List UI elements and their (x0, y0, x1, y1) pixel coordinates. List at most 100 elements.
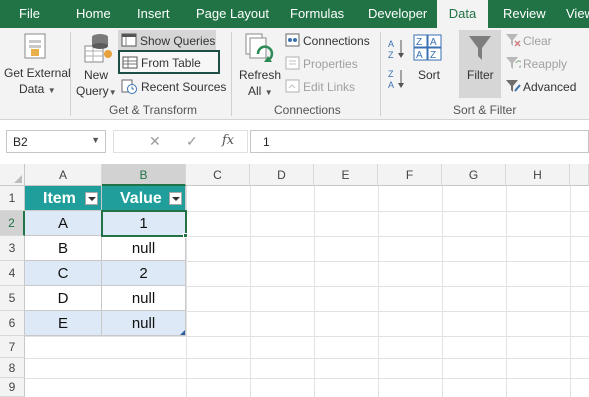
filter-icon (469, 36, 491, 60)
worksheet-grid[interactable]: A B C D E F G H 1 2 3 4 5 6 7 8 9 Item V… (0, 164, 589, 397)
name-box-value: B2 (13, 135, 28, 149)
svg-text:Z: Z (416, 37, 422, 48)
edit-links-label[interactable]: Edit Links (303, 80, 355, 94)
new-query-label-2[interactable]: Query▼ (76, 84, 117, 100)
svg-text:Z: Z (388, 50, 394, 60)
advanced-label[interactable]: Advanced (523, 80, 576, 94)
tab-page-layout[interactable]: Page Layout (196, 0, 269, 28)
sort-z-to-a-icon[interactable]: Z A (388, 68, 406, 90)
row-header-6[interactable]: 6 (0, 311, 25, 336)
table-cell[interactable]: B (25, 236, 102, 261)
column-header-e[interactable]: E (314, 164, 378, 186)
filter-dropdown-icon[interactable] (85, 192, 98, 205)
sort-icon[interactable]: Z A A Z (413, 34, 443, 62)
edit-links-icon[interactable] (285, 79, 300, 93)
tab-review[interactable]: Review (503, 0, 546, 28)
gridline (25, 378, 589, 379)
ribbon-data: Get External Data ▼ New Query▼ Show Quer… (0, 28, 589, 120)
refresh-all-icon[interactable] (244, 32, 274, 66)
get-external-data-icon[interactable] (22, 32, 48, 60)
properties-icon[interactable] (285, 56, 300, 70)
reapply-label[interactable]: Reapply (523, 57, 567, 71)
tab-formulas[interactable]: Formulas (290, 0, 344, 28)
formula-input[interactable]: 1 (250, 130, 589, 153)
row-header-9[interactable]: 9 (0, 378, 25, 397)
tab-file[interactable]: File (19, 0, 40, 28)
tab-view[interactable]: View (566, 0, 589, 28)
column-header-d[interactable]: D (250, 164, 314, 186)
row-header-5[interactable]: 5 (0, 286, 25, 311)
cancel-icon[interactable]: ✕ (149, 133, 161, 150)
enter-icon[interactable]: ✓ (186, 133, 198, 150)
column-header-b[interactable]: B (102, 164, 186, 186)
svg-text:A: A (388, 39, 394, 49)
row-header-2[interactable]: 2 (0, 211, 25, 236)
column-header-c[interactable]: C (186, 164, 250, 186)
get-external-data-label-2[interactable]: Data ▼ (19, 82, 56, 98)
table-cell[interactable]: 2 (102, 261, 186, 286)
table-cell[interactable]: null (102, 311, 186, 336)
filter-label[interactable]: Filter (467, 68, 494, 82)
table-cell[interactable]: C (25, 261, 102, 286)
column-header-g[interactable]: G (442, 164, 506, 186)
recent-sources-icon[interactable] (121, 79, 137, 94)
active-cell-selection[interactable] (101, 210, 187, 237)
row-header-7[interactable]: 7 (0, 336, 25, 358)
table-header-value[interactable]: Value (102, 186, 186, 211)
svg-text:Z: Z (430, 50, 436, 61)
connections-icon[interactable] (285, 33, 300, 47)
table-cell[interactable]: E (25, 311, 102, 336)
insert-function-icon[interactable]: fx (222, 133, 234, 148)
clear-label[interactable]: Clear (523, 34, 552, 48)
properties-label[interactable]: Properties (303, 57, 358, 71)
gridline (378, 186, 379, 397)
row-header-4[interactable]: 4 (0, 261, 25, 286)
sort-a-to-z-icon[interactable]: A Z (388, 38, 406, 60)
table-header-value-label: Value (120, 190, 162, 207)
formula-input-value: 1 (263, 135, 270, 149)
row-header-1[interactable]: 1 (0, 186, 25, 211)
new-query-label-1[interactable]: New (84, 68, 108, 82)
table-cell[interactable]: A (25, 211, 102, 236)
show-queries-label[interactable]: Show Queries (140, 34, 215, 48)
from-table-label[interactable]: From Table (141, 56, 201, 70)
tab-home[interactable]: Home (76, 0, 111, 28)
tab-data[interactable]: Data (437, 0, 488, 28)
ribbon-separator (70, 32, 71, 116)
group-connections-label: Connections (274, 103, 341, 117)
connections-label[interactable]: Connections (303, 34, 370, 48)
chevron-down-icon[interactable]: ▼ (91, 135, 100, 145)
table-header-item[interactable]: Item (25, 186, 102, 211)
row-header-8[interactable]: 8 (0, 358, 25, 378)
get-external-data-label-1[interactable]: Get External (4, 66, 71, 80)
fill-handle[interactable] (183, 233, 188, 238)
refresh-all-label-1[interactable]: Refresh (239, 68, 281, 82)
tab-developer[interactable]: Developer (368, 0, 427, 28)
filter-dropdown-icon[interactable] (169, 192, 182, 205)
gridline (25, 336, 589, 337)
column-header-i[interactable] (570, 164, 589, 186)
name-box[interactable]: B2 ▼ (6, 130, 106, 153)
refresh-all-label-2[interactable]: All ▼ (248, 84, 273, 100)
column-header-f[interactable]: F (378, 164, 442, 186)
select-all-button[interactable] (0, 164, 25, 186)
reapply-icon[interactable] (505, 56, 521, 70)
column-header-a[interactable]: A (25, 164, 102, 186)
advanced-filter-icon[interactable] (505, 79, 521, 93)
tab-insert[interactable]: Insert (137, 0, 170, 28)
table-resize-handle[interactable] (180, 330, 185, 335)
row-header-3[interactable]: 3 (0, 236, 25, 261)
table-header-item-label: Item (43, 190, 76, 207)
clear-filter-icon[interactable] (505, 33, 521, 47)
table-cell[interactable]: D (25, 286, 102, 311)
sort-label[interactable]: Sort (418, 68, 440, 82)
recent-sources-label[interactable]: Recent Sources (141, 80, 226, 94)
gridline (442, 186, 443, 397)
table-cell[interactable]: null (102, 286, 186, 311)
column-header-h[interactable]: H (506, 164, 570, 186)
svg-text:A: A (388, 80, 394, 90)
show-queries-icon (121, 33, 137, 47)
new-query-icon[interactable] (82, 32, 112, 64)
table-cell[interactable]: null (102, 236, 186, 261)
gridline (314, 186, 315, 397)
